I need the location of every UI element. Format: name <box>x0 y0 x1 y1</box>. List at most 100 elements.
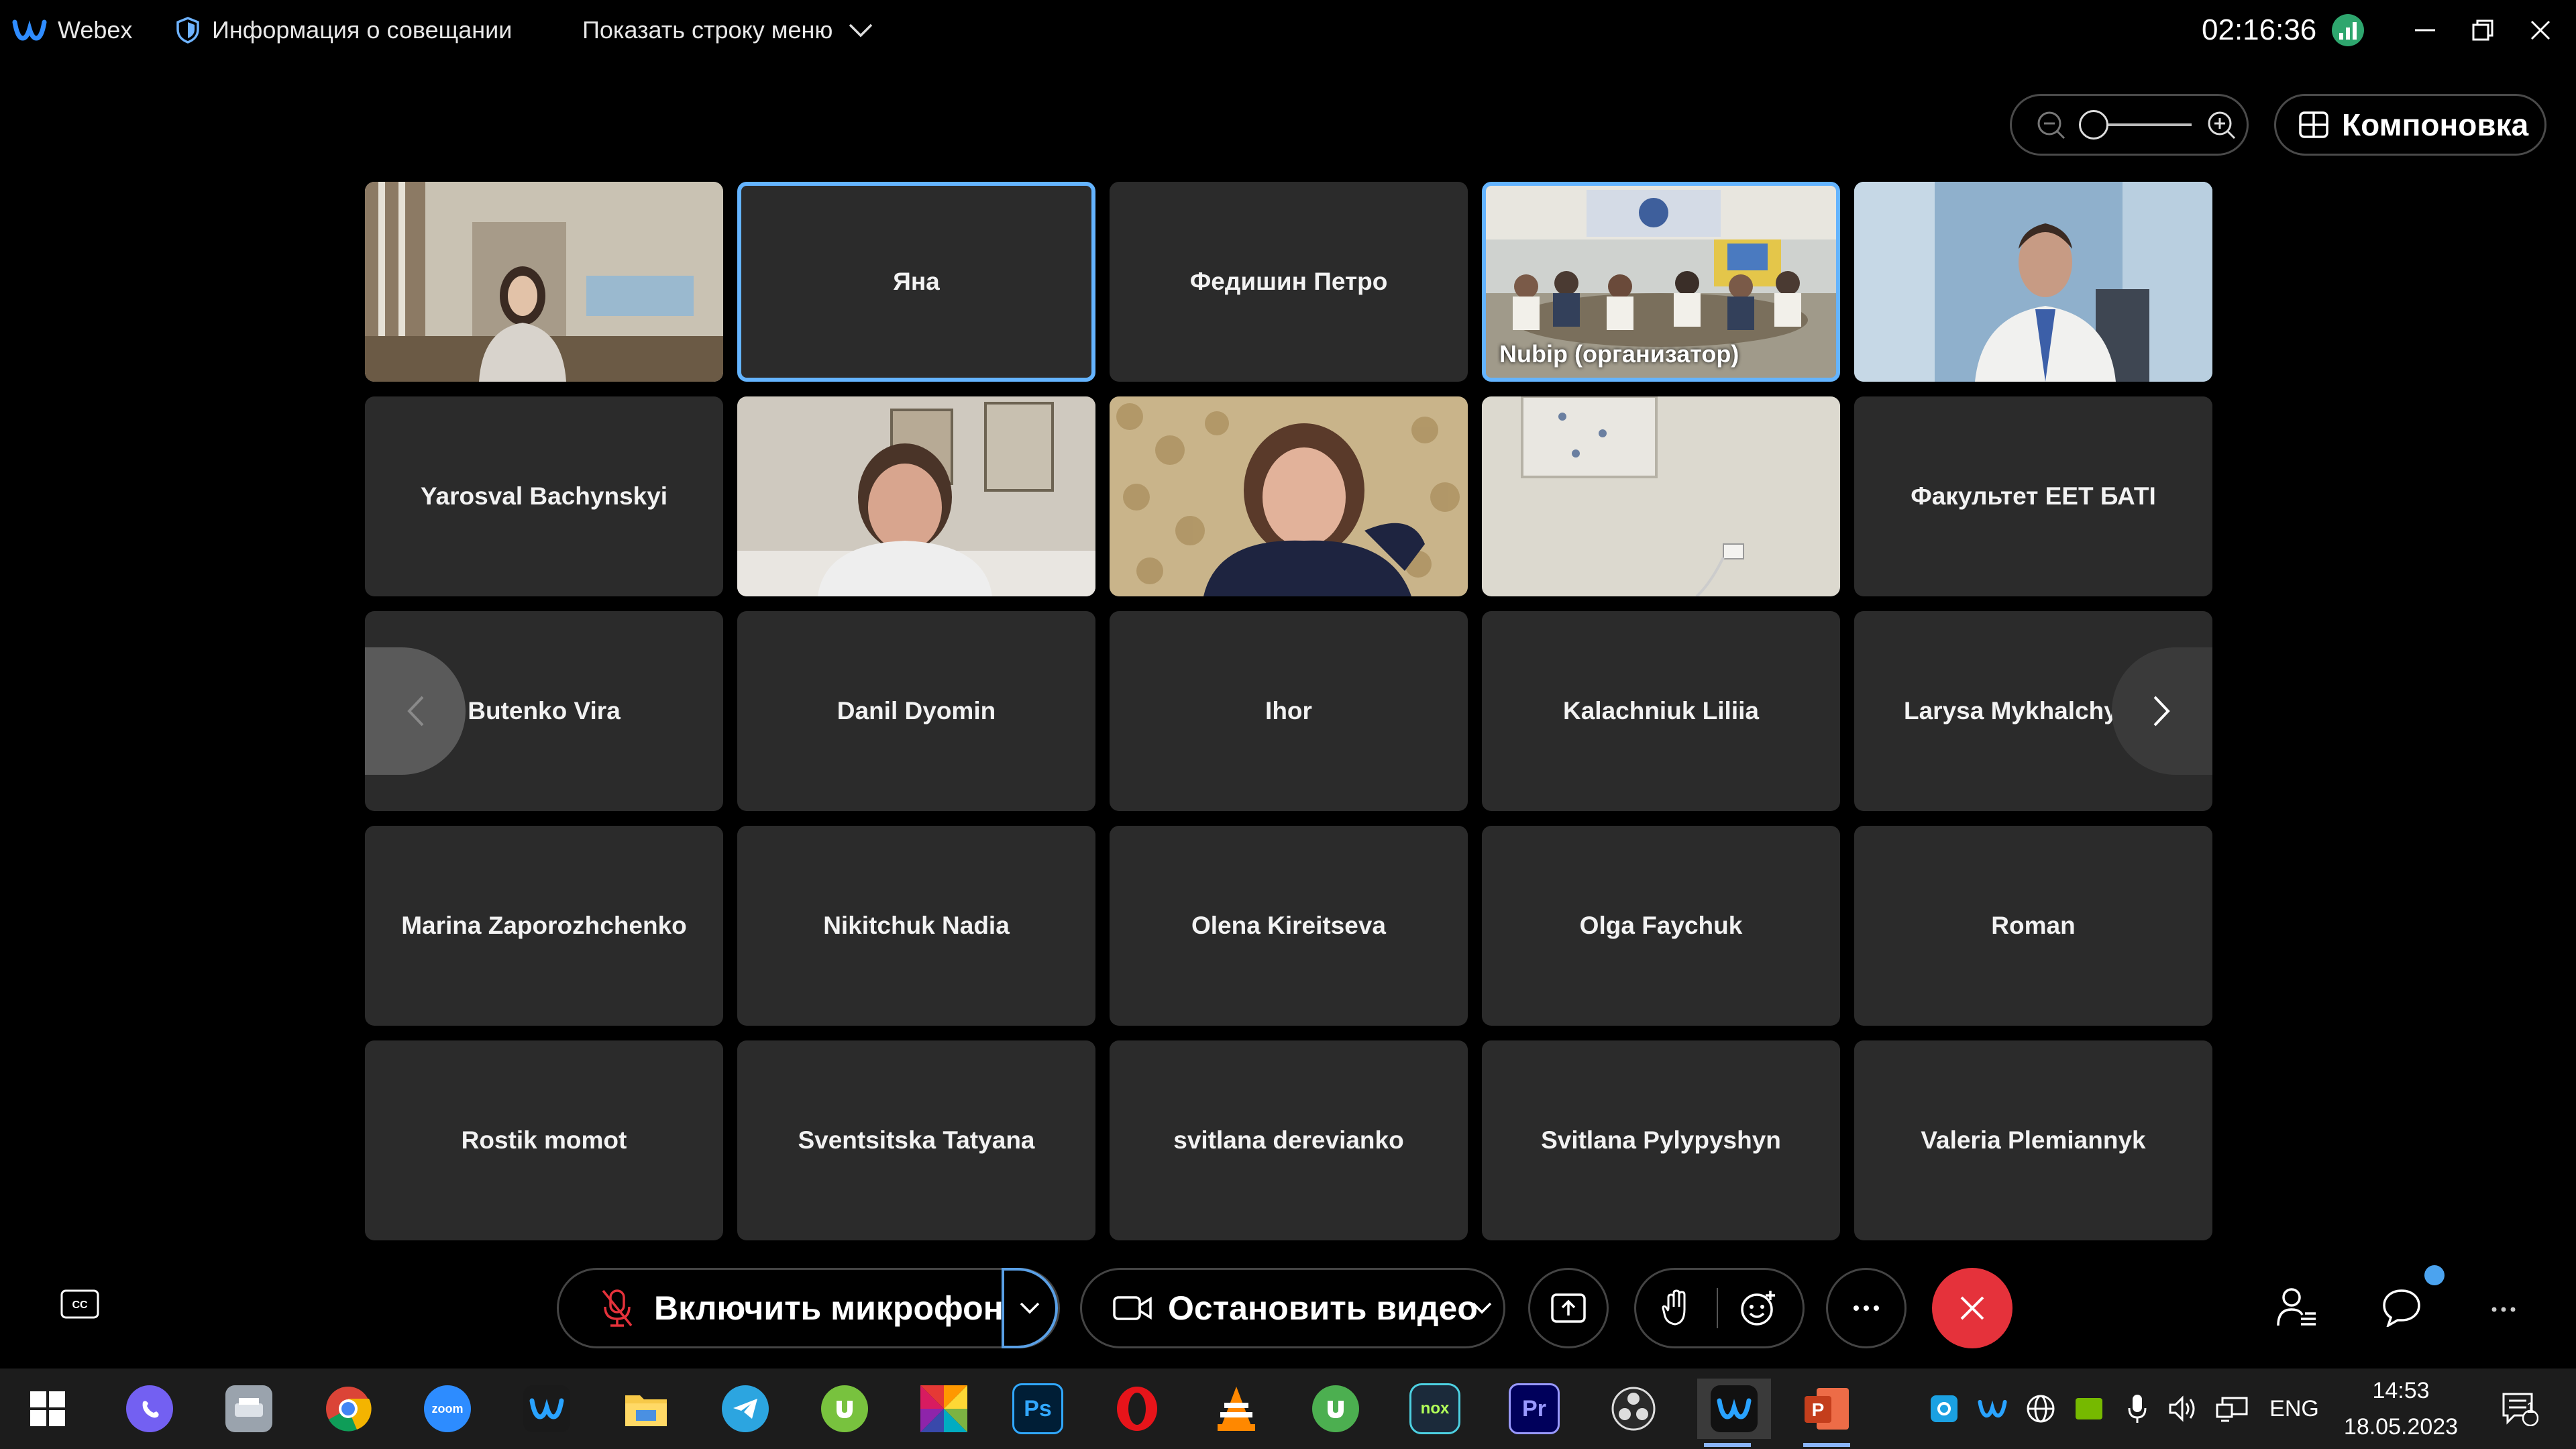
premiere-taskbar-icon[interactable]: Pr <box>1504 1379 1564 1439</box>
participant-tile[interactable]: Kalachniuk Liliia <box>1482 611 1840 811</box>
participant-tile[interactable]: Федишин Петро <box>1110 182 1468 382</box>
participant-tile[interactable]: Yarosval Bachynskyi <box>365 396 723 596</box>
powerpoint-taskbar-icon[interactable]: P <box>1796 1379 1857 1447</box>
opera-taskbar-icon[interactable] <box>1107 1379 1167 1439</box>
share-screen-icon <box>1551 1293 1586 1323</box>
webex-tray-icon[interactable] <box>1974 1382 2011 1436</box>
close-icon <box>1960 1296 1984 1320</box>
input-language[interactable]: ENG <box>2261 1382 2328 1436</box>
participant-tile[interactable]: Danil Dyomin <box>737 611 1095 811</box>
participant-video-feed <box>1482 396 1840 596</box>
video-options-dropdown[interactable] <box>1471 1270 1493 1346</box>
obs-taskbar-icon[interactable] <box>1603 1379 1664 1439</box>
chevron-down-icon <box>1472 1302 1492 1314</box>
show-menu-bar-button[interactable]: Показать строку меню <box>582 0 874 60</box>
participants-panel-button[interactable] <box>2277 1287 2317 1332</box>
vlc-taskbar-icon[interactable] <box>1206 1379 1267 1439</box>
participant-name: Nikitchuk Nadia <box>823 912 1010 939</box>
close-icon <box>2530 20 2551 40</box>
app-name: Webex <box>58 16 133 44</box>
microphone-icon[interactable] <box>2118 1382 2156 1436</box>
participant-name: Olena Kireitseva <box>1191 912 1386 939</box>
participant-name: svitlana derevianko <box>1173 1126 1404 1154</box>
participant-tile[interactable]: Rostik momot <box>365 1040 723 1240</box>
participant-tile[interactable]: Nikitchuk Nadia <box>737 826 1095 1026</box>
participant-name: Rostik momot <box>461 1126 627 1154</box>
notification-center-button[interactable]: 1 <box>2493 1382 2546 1436</box>
more-panels-button[interactable] <box>2491 1304 2516 1316</box>
nvidia-icon[interactable] <box>2070 1382 2108 1436</box>
tray-app-icon[interactable] <box>1925 1382 1963 1436</box>
zoom-slider[interactable] <box>2079 108 2193 142</box>
photoshop-taskbar-icon[interactable]: Ps <box>1008 1379 1068 1439</box>
system-clock[interactable]: 14:53 18.05.2023 <box>2337 1373 2465 1445</box>
participant-video-feed <box>737 396 1095 596</box>
video-control-group: Остановить видео <box>1080 1268 1505 1348</box>
nox-taskbar-icon[interactable]: nox <box>1405 1379 1465 1439</box>
zoom-in-icon[interactable] <box>2206 110 2236 140</box>
participant-tile[interactable]: svitlana derevianko <box>1110 1040 1468 1240</box>
more-options-button[interactable] <box>1826 1268 1907 1348</box>
file-explorer-taskbar-icon[interactable] <box>616 1379 676 1439</box>
close-window-button[interactable] <box>2517 7 2564 54</box>
minimize-button[interactable] <box>2402 7 2449 54</box>
participant-video-tile[interactable] <box>365 182 723 382</box>
meeting-info-button[interactable]: Информация о совещании <box>176 0 512 60</box>
participant-tile[interactable]: Valeria Plemiannyk <box>1854 1040 2212 1240</box>
participant-tile[interactable]: Marina Zaporozhchenko <box>365 826 723 1026</box>
participant-video-tile[interactable] <box>737 396 1095 596</box>
telegram-taskbar-icon[interactable] <box>715 1379 775 1439</box>
participant-name: Kalachniuk Liliia <box>1563 697 1759 724</box>
colors-app-taskbar-icon[interactable] <box>914 1379 974 1439</box>
network-health-icon[interactable] <box>2332 0 2364 60</box>
raise-hand-button[interactable] <box>1636 1289 1717 1327</box>
reactions-button[interactable] <box>1718 1289 1799 1327</box>
participant-name: Ihor <box>1265 697 1312 724</box>
audio-options-dropdown[interactable] <box>1002 1268 1058 1348</box>
unmute-button[interactable]: Включить микрофон <box>559 1270 1004 1346</box>
participant-tile[interactable]: Факультет ЕЕТ БАТІ <box>1854 396 2212 596</box>
participant-video-tile[interactable] <box>1110 396 1468 596</box>
layout-button[interactable]: Компоновка <box>2274 94 2546 156</box>
webex-active-taskbar-icon[interactable] <box>1697 1379 1771 1447</box>
share-content-button[interactable] <box>1528 1268 1609 1348</box>
participant-tile[interactable]: Яна <box>737 182 1095 382</box>
utorrent-green-taskbar-icon[interactable] <box>1305 1379 1366 1439</box>
chat-button[interactable] <box>2381 1288 2422 1330</box>
volume-icon[interactable] <box>2165 1382 2203 1436</box>
utorrent-taskbar-icon[interactable] <box>814 1379 875 1439</box>
participant-tile[interactable]: Sventsitska Tatyana <box>737 1040 1095 1240</box>
participant-video-tile[interactable] <box>1482 396 1840 596</box>
participant-tile[interactable]: Olga Faychuk <box>1482 826 1840 1026</box>
stop-video-button[interactable]: Остановить видео <box>1082 1270 1478 1346</box>
globe-icon[interactable] <box>2022 1382 2059 1436</box>
captions-button[interactable]: CC <box>60 1289 99 1322</box>
participant-video-tile[interactable] <box>1854 182 2212 382</box>
network-icon[interactable] <box>2214 1382 2251 1436</box>
scanner-taskbar-icon[interactable] <box>219 1379 279 1439</box>
title-bar: Webex Информация о совещании Показать ст… <box>0 0 2576 60</box>
windows-logo-icon <box>30 1391 65 1426</box>
participant-tile[interactable]: Olena Kireitseva <box>1110 826 1468 1026</box>
participant-tile[interactable]: Ihor <box>1110 611 1468 811</box>
zoom-out-icon[interactable] <box>2036 110 2065 140</box>
start-button[interactable] <box>17 1379 78 1439</box>
unmute-label: Включить микрофон <box>654 1289 1004 1327</box>
zoom-slider-thumb[interactable] <box>2079 110 2108 140</box>
webex-app-menu[interactable]: Webex <box>12 0 132 60</box>
restore-button[interactable] <box>2459 7 2506 54</box>
leave-meeting-button[interactable] <box>1932 1268 2012 1348</box>
viber-taskbar-icon[interactable] <box>119 1379 180 1439</box>
participant-tile[interactable]: Svitlana Pylypyshyn <box>1482 1040 1840 1240</box>
notification-count: 1 <box>2526 1399 2535 1416</box>
chrome-taskbar-icon[interactable] <box>318 1379 378 1439</box>
participant-video-tile[interactable]: Nubip (организатор) <box>1482 182 1840 382</box>
participant-video-feed <box>1854 182 2212 382</box>
grid-zoom-control <box>2010 94 2249 156</box>
chevron-left-icon <box>407 696 424 727</box>
participant-tile[interactable]: Roman <box>1854 826 2212 1026</box>
zoom-taskbar-icon[interactable]: zoom <box>417 1379 478 1439</box>
video-camera-icon <box>1113 1296 1152 1320</box>
chat-icon <box>2383 1289 2420 1328</box>
webex-taskbar-icon[interactable] <box>517 1379 577 1439</box>
